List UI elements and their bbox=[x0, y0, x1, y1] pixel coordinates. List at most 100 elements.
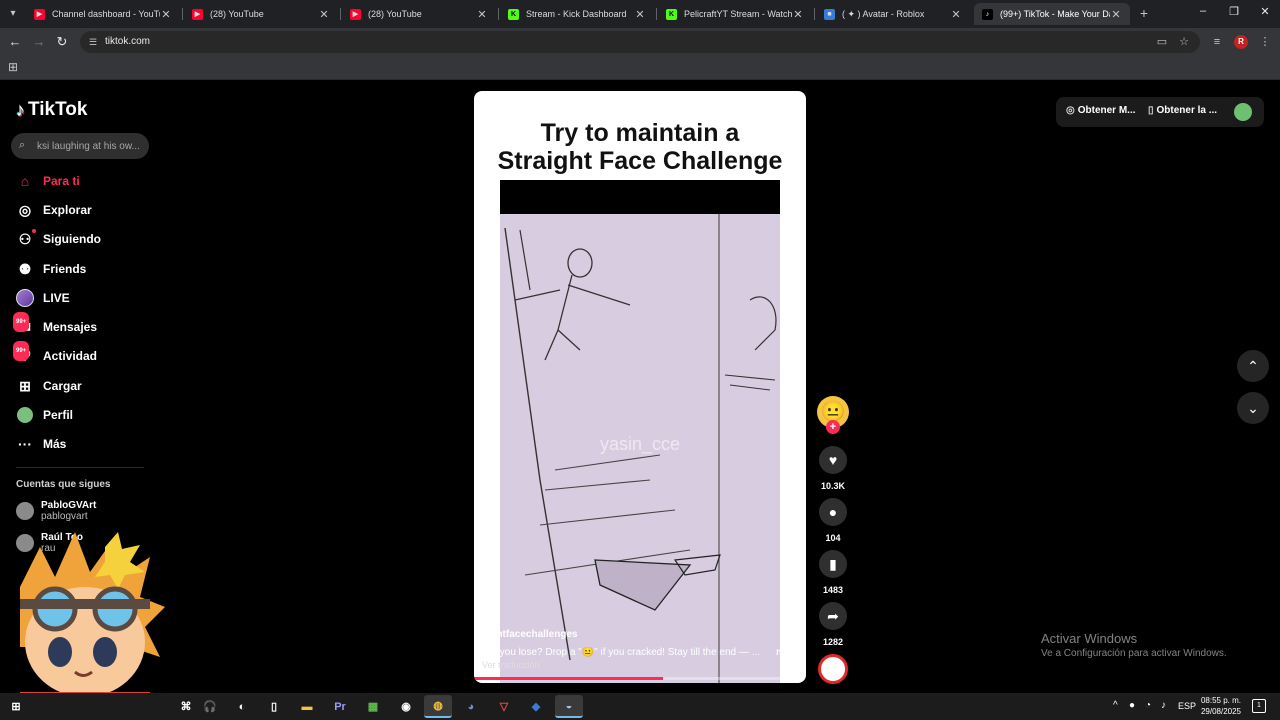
steam-icon[interactable]: ◒ bbox=[555, 695, 583, 718]
address-bar[interactable]: ☰ tiktok.com bbox=[80, 31, 1200, 53]
tiktok-logo[interactable]: ♪ TikTok bbox=[16, 99, 87, 121]
search-icon[interactable]: ⌕ bbox=[19, 139, 33, 153]
tray-chevron-up-icon[interactable]: ^ bbox=[1113, 700, 1118, 711]
video-player[interactable]: Try to maintain a Straight Face Challeng… bbox=[474, 91, 806, 683]
microphone-icon[interactable]: ● bbox=[1129, 700, 1135, 711]
live-icon bbox=[16, 289, 34, 307]
nav-siguiendo[interactable]: ⚇ Siguiendo bbox=[16, 227, 101, 251]
close-icon[interactable]: ✕ bbox=[634, 8, 646, 21]
cast-icon[interactable]: ▭ bbox=[1154, 34, 1170, 50]
bookmark-star-icon[interactable]: ☆ bbox=[1176, 34, 1192, 50]
volume-icon[interactable]: ♪ bbox=[1161, 700, 1166, 711]
get-coins-button[interactable]: ◎ Obtener M... bbox=[1066, 105, 1136, 116]
video-more-link[interactable]: más bbox=[776, 647, 796, 658]
network-icon[interactable]: ◔ bbox=[1145, 700, 1151, 711]
valorant-icon[interactable]: ▽ bbox=[490, 695, 518, 718]
restore-icon[interactable]: ❐ bbox=[1225, 5, 1243, 18]
avatar bbox=[16, 502, 34, 520]
comment-button[interactable]: ● bbox=[819, 498, 847, 526]
close-icon[interactable]: ✕ bbox=[476, 8, 488, 21]
nav-cargar[interactable]: ⊞ Cargar bbox=[16, 374, 82, 398]
nav-friends[interactable]: ⚉ Friends bbox=[16, 257, 87, 281]
apps-grid-icon[interactable]: ⊞ bbox=[8, 60, 22, 74]
roblox-icon[interactable]: ◆ bbox=[522, 695, 550, 718]
nav-mensajes[interactable]: ✉99+ Mensajes bbox=[13, 312, 97, 339]
language-indicator[interactable]: ESP bbox=[1178, 701, 1196, 711]
close-icon[interactable]: ✕ bbox=[1110, 8, 1122, 21]
sketch-drawing bbox=[504, 214, 777, 683]
back-icon[interactable]: ← bbox=[6, 33, 24, 51]
forward-icon[interactable]: → bbox=[30, 33, 48, 51]
following-account[interactable]: PabloGVArt pablogvart bbox=[16, 500, 96, 522]
media-control-icon[interactable]: ≡ bbox=[1209, 34, 1225, 50]
save-button[interactable]: ▮ bbox=[819, 550, 847, 578]
headset-icon[interactable]: 🎧 bbox=[196, 695, 224, 718]
video-author[interactable]: ...ghtfacechallenges bbox=[482, 629, 578, 640]
notification-icon[interactable]: 1 bbox=[1252, 699, 1266, 713]
tab-separator bbox=[340, 8, 341, 20]
close-icon[interactable]: ✕ bbox=[950, 8, 962, 21]
nav-live[interactable]: LIVE bbox=[16, 286, 70, 310]
windows-start-icon[interactable]: ⊞ bbox=[2, 695, 30, 718]
phone-icon: ▯ bbox=[1148, 105, 1154, 116]
new-tab-icon[interactable]: + bbox=[1136, 5, 1152, 21]
apps-icon[interactable]: ◐ bbox=[228, 695, 256, 718]
messages-badge: 99+ bbox=[13, 312, 30, 332]
nav-perfil[interactable]: Perfil bbox=[16, 403, 73, 427]
minecraft-icon[interactable]: ▦ bbox=[359, 695, 387, 718]
previous-video-button[interactable]: ⌃ bbox=[1237, 350, 1269, 382]
music-disc-icon[interactable] bbox=[818, 654, 848, 684]
discord-icon[interactable]: ◕ bbox=[457, 695, 485, 718]
profile-avatar[interactable]: R bbox=[1234, 35, 1248, 49]
search-input[interactable] bbox=[37, 137, 143, 155]
window-close-icon[interactable]: ✕ bbox=[1256, 5, 1274, 18]
chrome-icon[interactable]: ◍ bbox=[424, 695, 452, 718]
file-icon[interactable]: ▯ bbox=[260, 695, 288, 718]
menu-kebab-icon[interactable]: ⋮ bbox=[1257, 34, 1273, 50]
tab-separator bbox=[182, 8, 183, 20]
like-button[interactable]: ♥ bbox=[819, 446, 847, 474]
video-frame[interactable]: yasin_cce bbox=[500, 180, 780, 683]
premiere-icon[interactable]: Pr bbox=[326, 695, 354, 718]
youtube-icon: ▶ bbox=[192, 8, 203, 20]
system-clock[interactable]: 08:55 p. m. 29/08/2025 bbox=[1198, 695, 1244, 717]
tab-youtube-2[interactable]: ▶ (28) YouTube ✕ bbox=[342, 3, 496, 25]
obs-icon[interactable]: ◉ bbox=[392, 695, 420, 718]
tab-youtube-dashboard[interactable]: ▶ Channel dashboard - YouTube ✕ bbox=[26, 3, 180, 25]
close-icon[interactable]: ✕ bbox=[792, 8, 804, 21]
share-button[interactable]: ➦ bbox=[819, 602, 847, 630]
translate-link[interactable]: Ver traducción bbox=[482, 660, 540, 670]
tab-tiktok[interactable]: ♪ (99+) TikTok - Make Your Day ✕ bbox=[974, 3, 1130, 25]
nav-para-ti[interactable]: ⌂ Para ti bbox=[16, 169, 80, 193]
kick-icon: K bbox=[666, 8, 677, 20]
avatar[interactable] bbox=[1234, 103, 1252, 121]
tab-youtube-1[interactable]: ▶ (28) YouTube ✕ bbox=[184, 3, 338, 25]
minimize-icon[interactable]: – bbox=[1194, 5, 1212, 17]
home-icon: ⌂ bbox=[20, 173, 30, 189]
url-text[interactable]: tiktok.com bbox=[105, 36, 150, 47]
close-icon[interactable]: ✕ bbox=[318, 8, 330, 21]
tiktok-icon: ♪ bbox=[982, 8, 993, 20]
tab-roblox[interactable]: ■ ( ✦ ) Avatar - Roblox ✕ bbox=[816, 3, 970, 25]
video-progress-bar[interactable] bbox=[474, 677, 806, 680]
next-video-button[interactable]: ⌄ bbox=[1237, 392, 1269, 424]
video-progress-fill bbox=[474, 677, 664, 680]
search-box[interactable]: ⌕ bbox=[11, 133, 149, 159]
close-icon[interactable]: ✕ bbox=[160, 8, 172, 21]
site-info-icon[interactable]: ☰ bbox=[87, 36, 99, 48]
chevron-down-icon: ⌄ bbox=[1247, 400, 1259, 416]
browser-tab-strip: ▾ ▶ Channel dashboard - YouTube ✕ ▶ (28)… bbox=[0, 0, 1280, 28]
nav-explorar[interactable]: ◎ Explorar bbox=[16, 198, 92, 222]
tab-search-icon[interactable]: ▾ bbox=[4, 5, 22, 23]
tab-kick-stream[interactable]: K PelicraftYT Stream - Watch Live ✕ bbox=[658, 3, 812, 25]
reload-icon[interactable]: ↻ bbox=[53, 33, 71, 51]
tiktok-note-icon: ♪ bbox=[16, 99, 25, 120]
get-app-button[interactable]: ▯ Obtener la ... bbox=[1148, 105, 1217, 116]
nav-mas[interactable]: ··· Más bbox=[16, 432, 66, 456]
tab-kick-dashboard[interactable]: K Stream - Kick Dashboard ✕ bbox=[500, 3, 654, 25]
coin-icon: ◎ bbox=[1066, 105, 1075, 116]
nav-actividad[interactable]: ♡99+ Actividad bbox=[13, 341, 97, 368]
folder-icon[interactable]: ▬ bbox=[293, 695, 321, 718]
chevron-up-icon: ⌃ bbox=[1247, 358, 1259, 374]
follow-plus-icon[interactable]: + bbox=[826, 420, 840, 434]
